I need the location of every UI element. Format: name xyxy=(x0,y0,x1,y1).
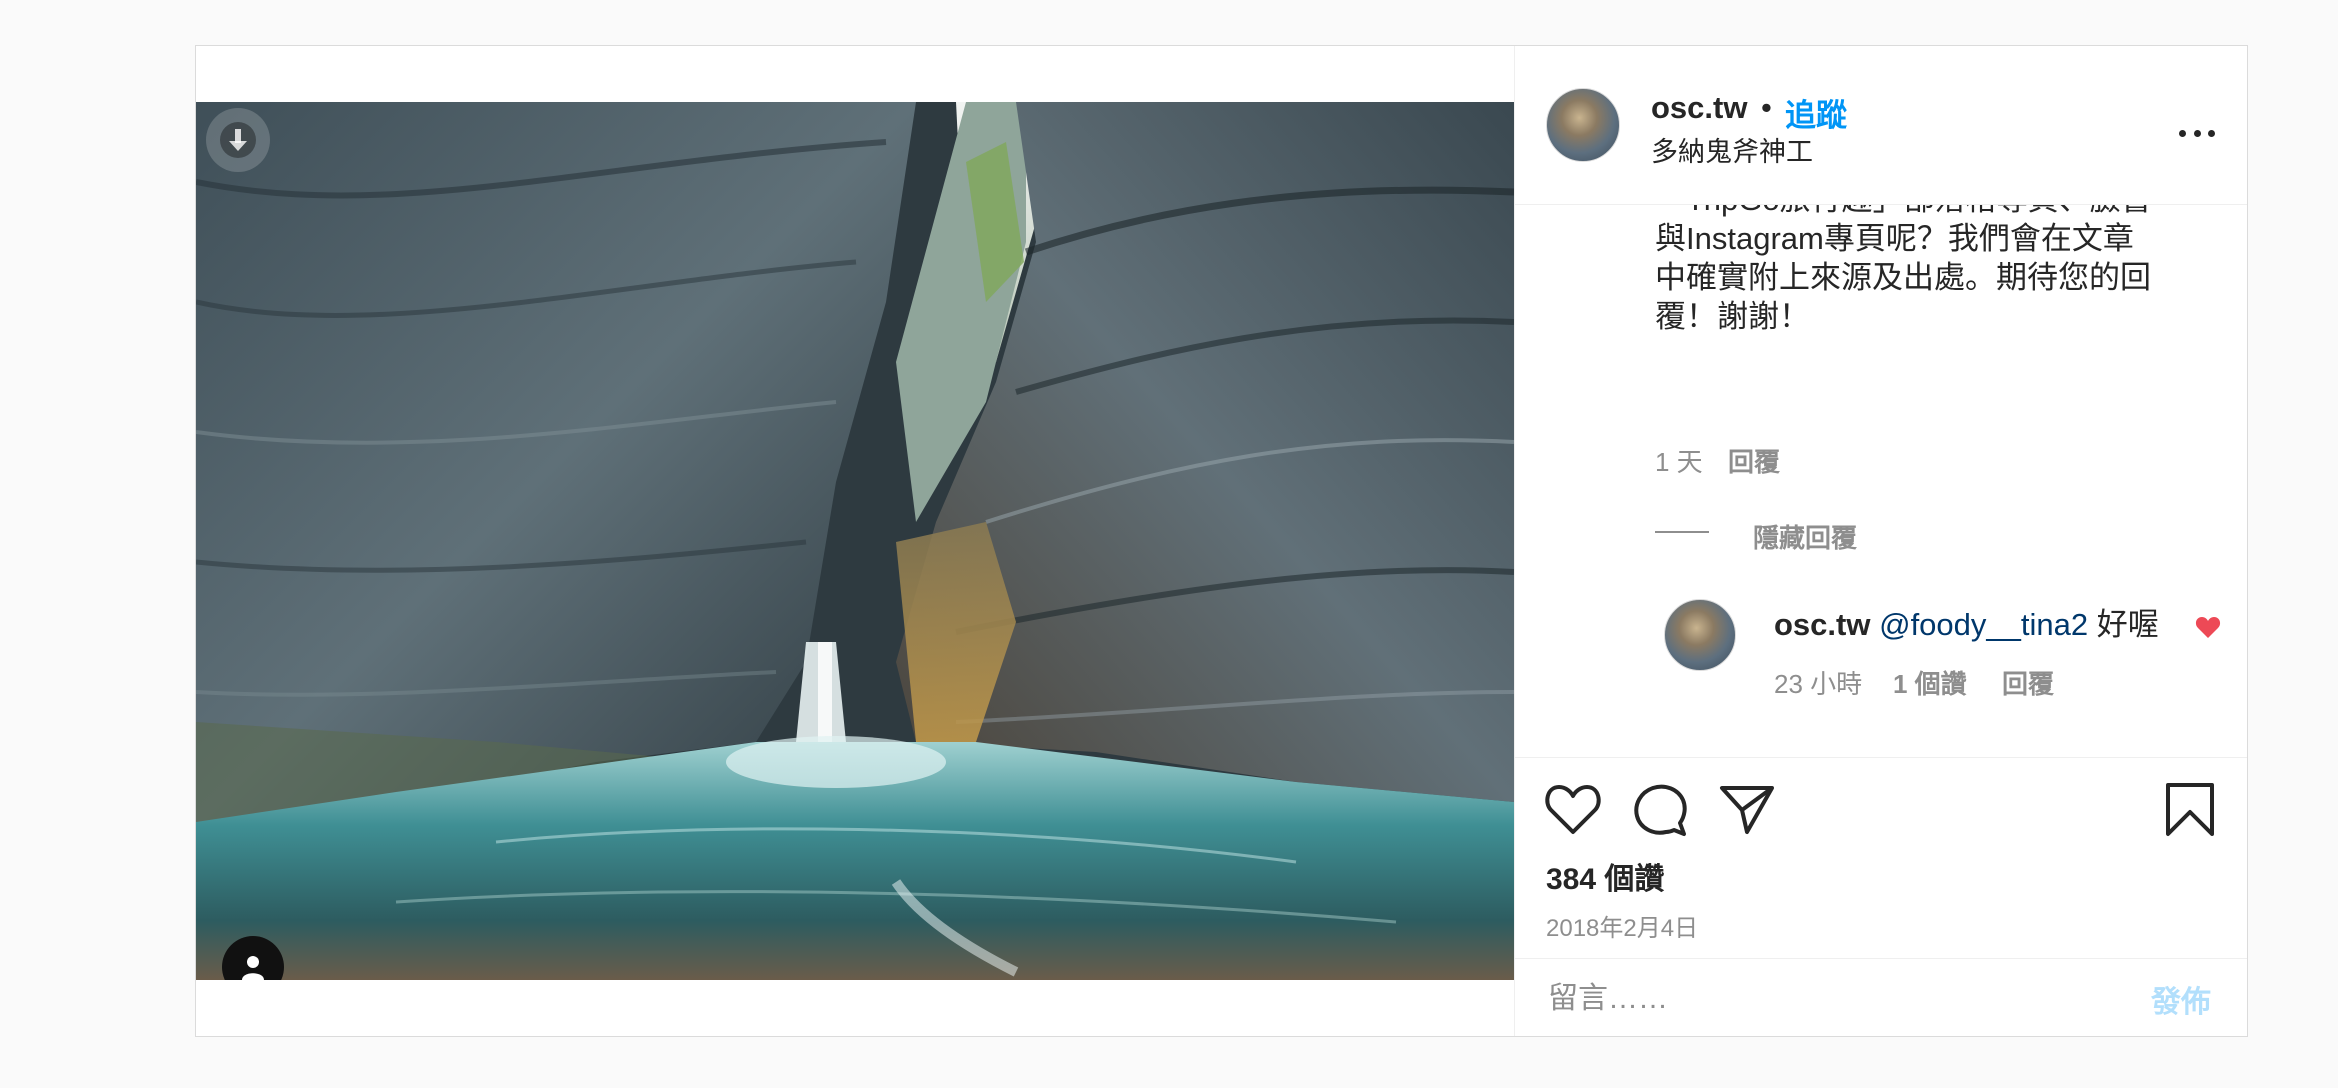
user-icon xyxy=(242,956,264,980)
comment-line: 覆！謝謝！ xyxy=(1655,299,1810,334)
post-card: osc.tw • 追蹤 多納鬼斧神工 「TripGo旅行趣」部落格專頁、臉書 與… xyxy=(195,45,2248,1037)
comment-input[interactable] xyxy=(1546,973,2110,1025)
reply-comment: osc.tw @foody__tina2 好喔 xyxy=(1774,599,2159,644)
reply-username[interactable]: osc.tw xyxy=(1774,607,1870,642)
comment-line: 與Instagram專頁呢？我們會在文章 xyxy=(1655,221,2134,256)
liked-heart-icon[interactable] xyxy=(2195,615,2221,639)
reply-mention[interactable]: @foody__tina2 xyxy=(1879,607,2088,642)
reply-time[interactable]: 23 小時 xyxy=(1774,664,1862,701)
username-link[interactable]: osc.tw xyxy=(1651,90,1747,126)
post-date[interactable]: 2018年2月4日 xyxy=(1546,908,1698,943)
comment-time[interactable]: 1 天 xyxy=(1655,442,1703,479)
more-options-icon[interactable] xyxy=(2179,118,2215,148)
comment-composer: 發佈 xyxy=(1515,958,2247,1037)
share-icon[interactable] xyxy=(1718,782,1776,836)
likes-count[interactable]: 384 個讚 xyxy=(1546,854,1664,898)
location-link[interactable]: 多納鬼斧神工 xyxy=(1651,130,1813,169)
comment-icon[interactable] xyxy=(1631,782,1689,840)
post-photo[interactable] xyxy=(196,102,1514,980)
post-comment-button[interactable]: 發佈 xyxy=(2151,977,2211,1021)
download-button[interactable] xyxy=(206,108,270,172)
separator-dot: • xyxy=(1761,90,1772,125)
post-media xyxy=(196,46,1514,1036)
avatar[interactable] xyxy=(1546,88,1620,162)
comment-line: 「TripGo旅行趣」部落格專頁、臉書 xyxy=(1655,204,2155,219)
reply-likes[interactable]: 1 個讚 xyxy=(1893,664,1967,701)
download-icon xyxy=(220,122,256,158)
canyon-photo xyxy=(196,102,1514,980)
actions-bar: 384 個讚 2018年2月4日 xyxy=(1515,757,2247,959)
post-sidebar: osc.tw • 追蹤 多納鬼斧神工 「TripGo旅行趣」部落格專頁、臉書 與… xyxy=(1514,46,2247,1036)
comment-line: 中確實附上來源及出處。期待您的回 xyxy=(1655,260,2151,295)
heart-icon[interactable] xyxy=(1544,782,1602,836)
reply-avatar[interactable] xyxy=(1664,599,1736,671)
divider-line xyxy=(1655,531,1709,533)
follow-button[interactable]: 追蹤 xyxy=(1785,90,1847,135)
bookmark-icon[interactable] xyxy=(2164,782,2216,838)
comment-text: 「TripGo旅行趣」部落格專頁、臉書 與Instagram專頁呢？我們會在文章… xyxy=(1655,204,2155,336)
reply-body: 好喔 xyxy=(2096,607,2159,642)
reply-button[interactable]: 回覆 xyxy=(1728,442,1780,479)
comments-section: 「TripGo旅行趣」部落格專頁、臉書 與Instagram專頁呢？我們會在文章… xyxy=(1515,204,2247,757)
hide-replies-button[interactable]: 隱藏回覆 xyxy=(1753,518,1857,555)
post-header: osc.tw • 追蹤 多納鬼斧神工 xyxy=(1515,46,2247,205)
reply-reply-button[interactable]: 回覆 xyxy=(2002,664,2054,701)
